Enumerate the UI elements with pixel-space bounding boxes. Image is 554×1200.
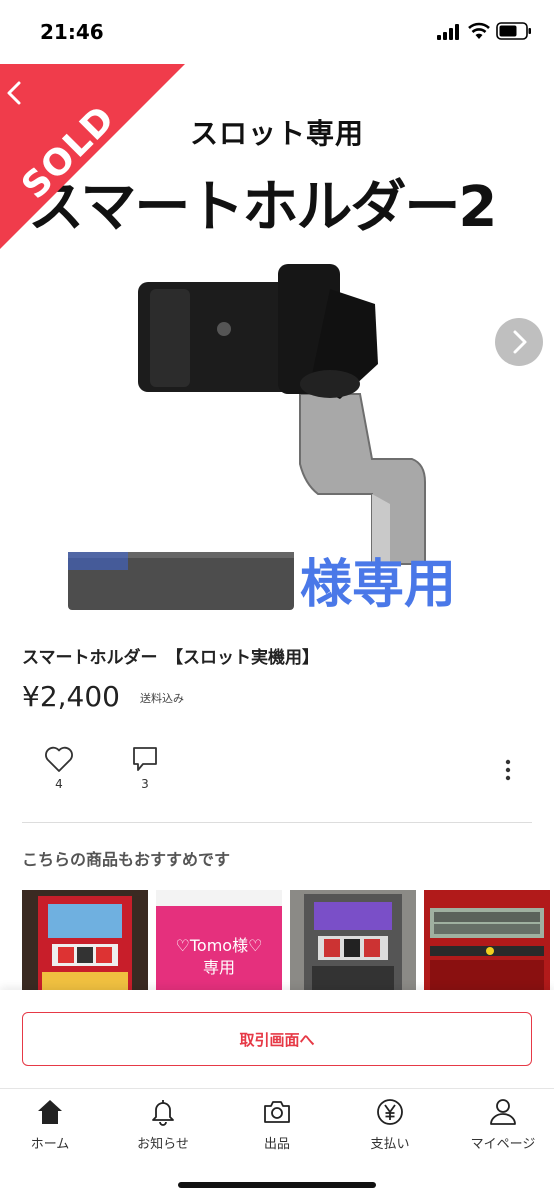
tab-notifications[interactable]: お知らせ [108,1097,218,1157]
tab-home[interactable]: ホーム [0,1097,105,1157]
text-card-line2: 専用 [202,958,235,977]
heart-icon [45,746,73,772]
text-card-thumbnail: ♡Tomo様♡ 専用 [156,906,282,990]
tab-mypage-label: マイページ [470,1137,536,1152]
text-card-line1: ♡Tomo様♡ [175,936,263,955]
battery-icon [496,22,531,40]
item-price: ¥2,400 [22,680,120,713]
sold-badge: SOLD [0,64,190,254]
tab-notifications-label: お知らせ [137,1137,189,1152]
next-image-button[interactable] [495,318,543,366]
wifi-icon [468,22,490,39]
tab-payment[interactable]: 支払い [335,1097,445,1157]
tab-payment-label: 支払い [370,1137,410,1152]
recommend-card-2[interactable]: ♡Tomo様♡ 専用 [156,890,282,990]
recommend-card-4[interactable] [424,890,550,990]
like-count: 4 [55,777,63,791]
comment-button[interactable]: 3 [128,745,162,795]
shipping-label: 送料込み [140,692,184,705]
status-time: 21:46 [40,20,104,44]
slot-machine-thumbnail [290,890,416,990]
home-icon [38,1100,62,1124]
yen-icon [377,1099,403,1125]
divider [22,822,532,823]
trade-screen-button[interactable]: 取引画面へ [22,1012,532,1066]
bell-icon [152,1100,174,1126]
comment-count: 3 [141,777,149,791]
counter-display-thumbnail [424,890,550,990]
camera-icon [264,1101,290,1123]
recommend-heading: こちらの商品もおすすめです [22,850,231,869]
status-bar: 21:46 [0,0,554,64]
signal-icon [437,24,459,40]
recommend-list: ♡Tomo様♡ 専用 [22,890,554,990]
tab-mypage[interactable]: マイページ [448,1097,554,1157]
chevron-right-icon [513,330,527,354]
hero-overlay-text: 様専用 [300,555,457,615]
comment-icon [133,747,157,771]
tab-sell[interactable]: 出品 [222,1097,332,1157]
more-options-icon[interactable] [498,758,518,782]
tab-home-label: ホーム [30,1137,70,1152]
item-title: スマートホルダー 【スロット実機用】 [22,648,319,668]
recommend-card-3[interactable] [290,890,416,990]
recommend-card-1[interactable] [22,890,148,990]
back-icon[interactable] [0,78,30,108]
tab-sell-label: 出品 [263,1137,290,1152]
person-icon [490,1099,516,1125]
slot-machine-thumbnail [22,890,148,990]
home-indicator [178,1182,376,1188]
like-button[interactable]: 4 [42,745,76,795]
